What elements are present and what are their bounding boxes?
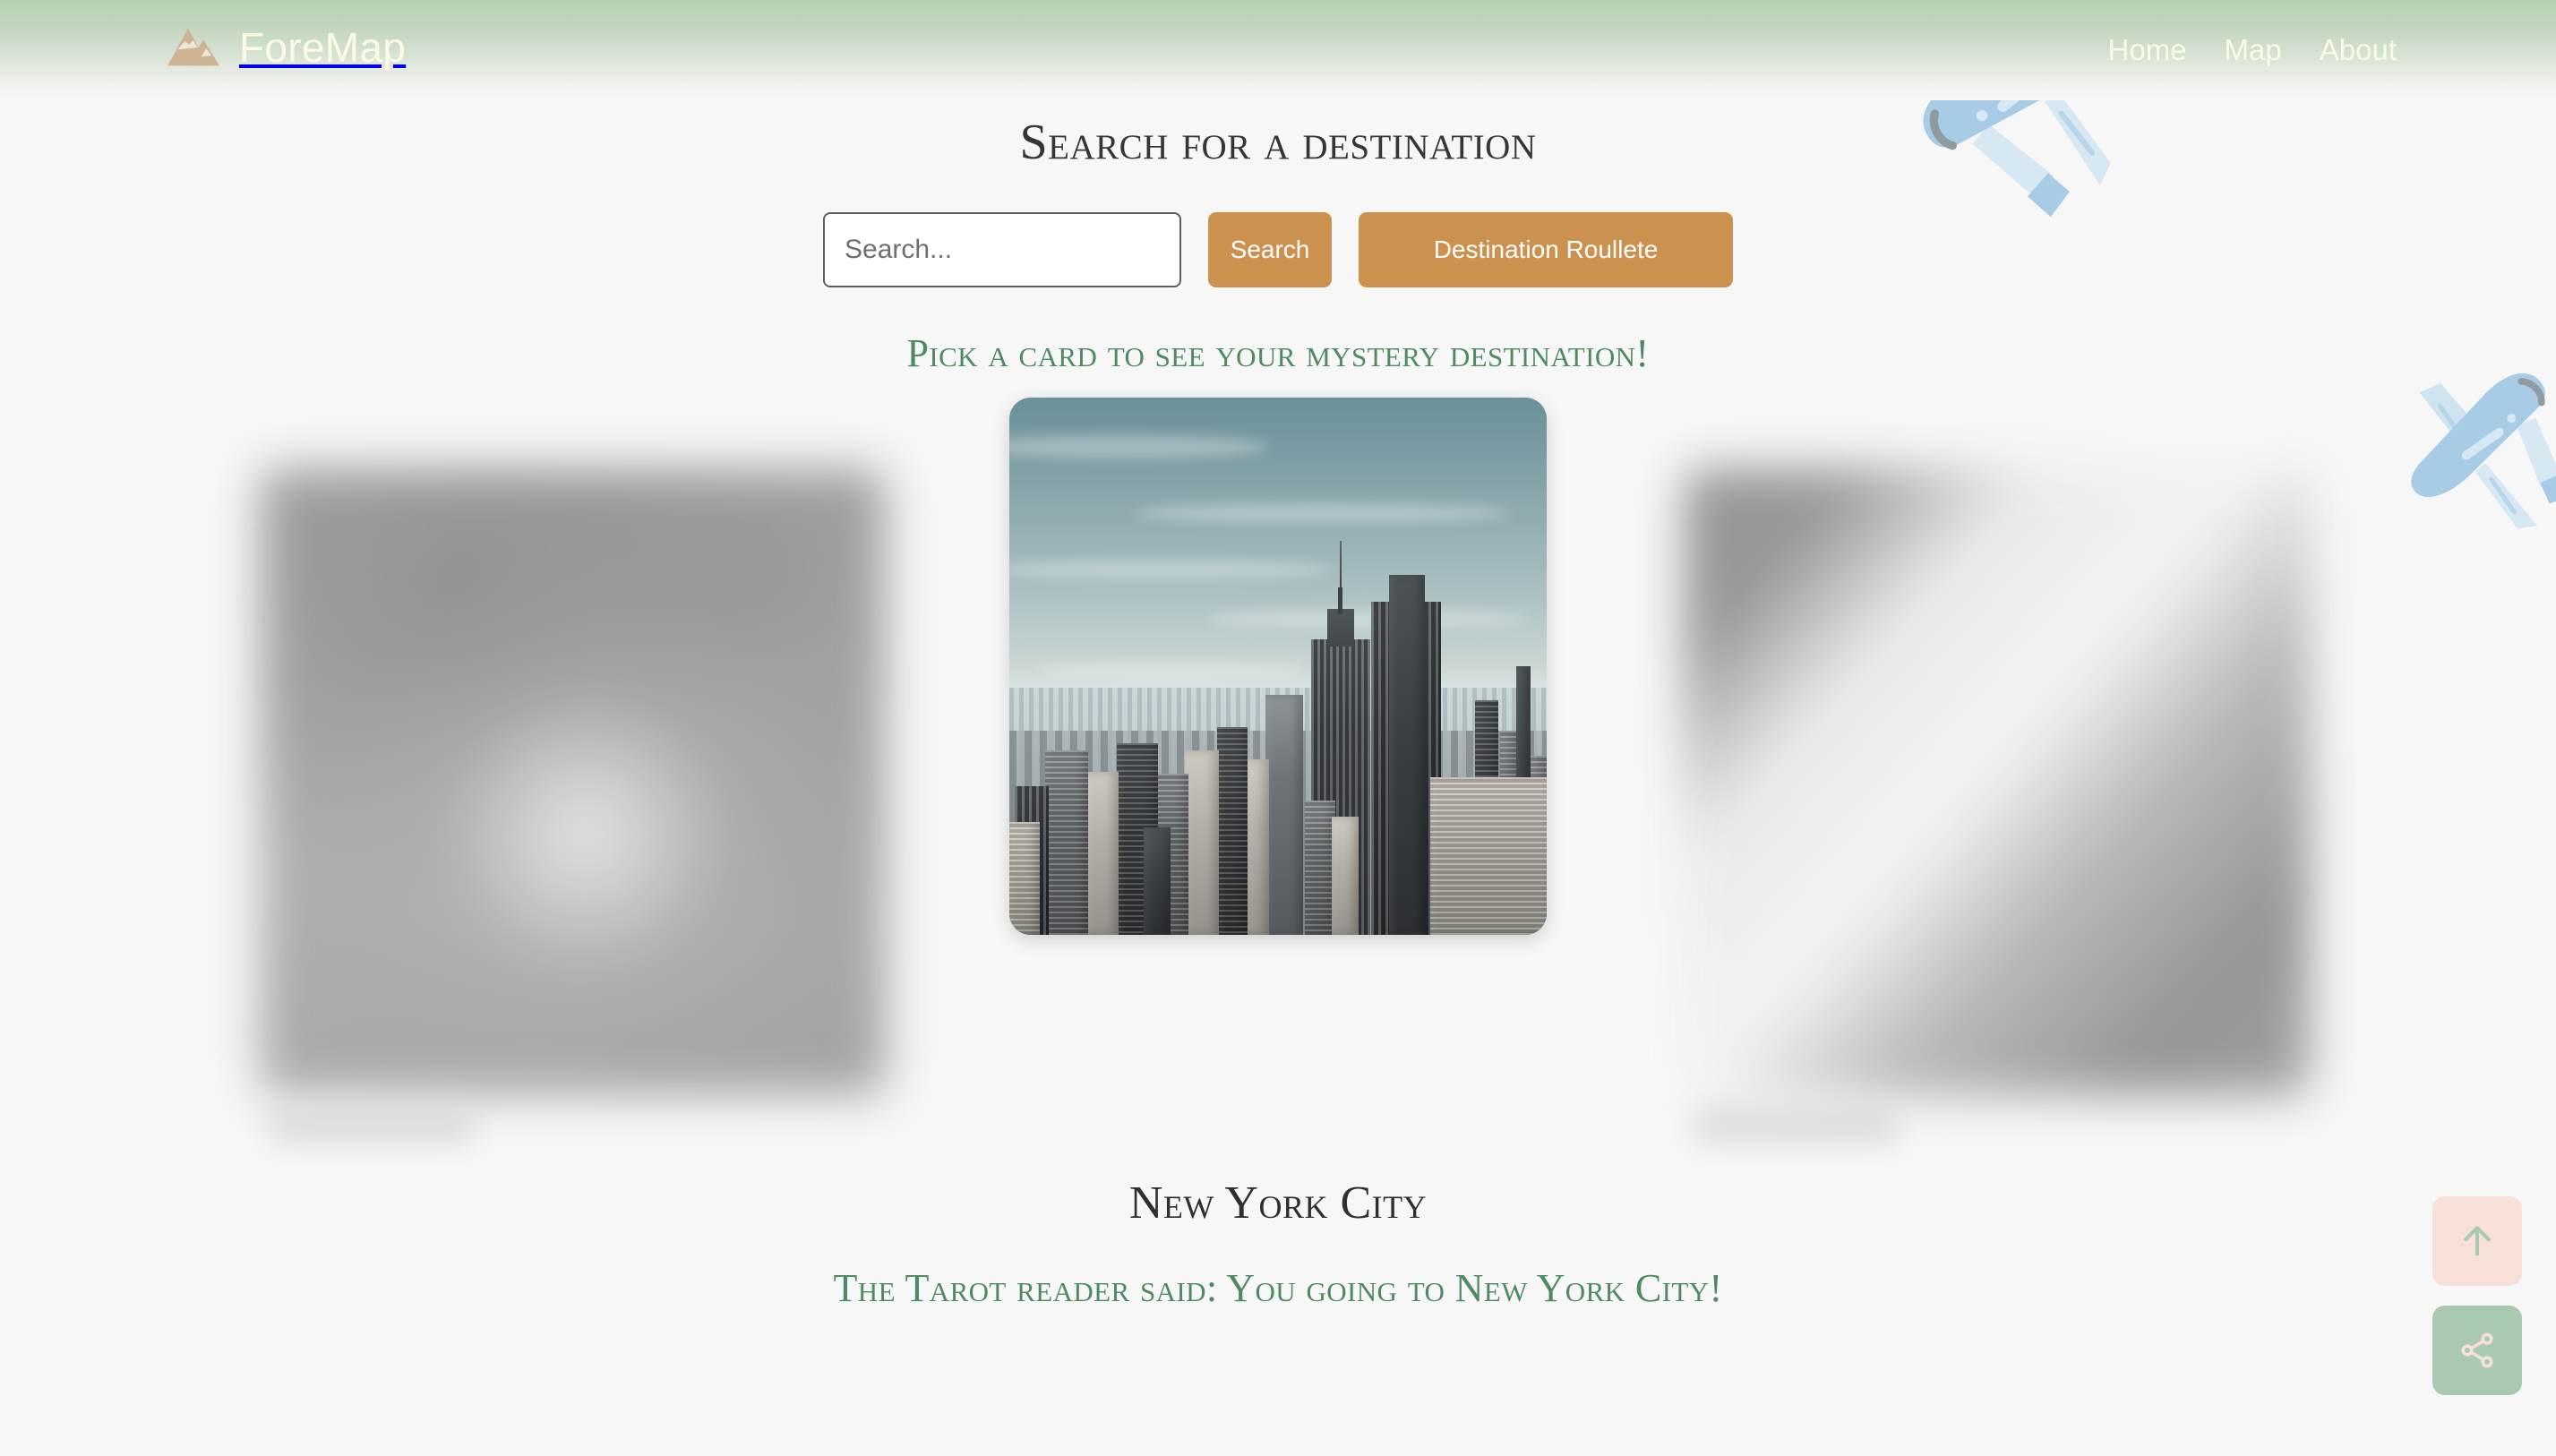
roulette-heading: Pick a card to see your mystery destinat…	[906, 331, 1650, 375]
search-button[interactable]: Search	[1208, 212, 1332, 287]
scroll-to-top-button[interactable]	[2432, 1196, 2522, 1286]
mystery-card-center[interactable]	[1009, 398, 1547, 935]
main-content: Search for a destination Search Destinat…	[0, 114, 2556, 1311]
arrow-up-icon	[2464, 1226, 2491, 1256]
destination-name: New York City	[1128, 1178, 1428, 1229]
mystery-card-right-label	[1693, 1105, 1899, 1144]
share-button[interactable]	[2432, 1306, 2522, 1395]
brand-name: ForeMap	[239, 24, 407, 71]
nav-item-map[interactable]: Map	[2225, 33, 2282, 67]
search-input[interactable]	[823, 212, 1181, 287]
new-york-city-photo	[1009, 398, 1547, 935]
search-bar: Search Destination Roullete	[0, 212, 2556, 287]
site-header: ForeMap Home Map About	[0, 0, 2556, 100]
page-title: Search for a destination	[1019, 115, 1537, 170]
main-navigation: Home Map About	[2108, 33, 2397, 67]
mystery-card-left-label	[269, 1105, 475, 1144]
mountain-icon	[167, 28, 220, 66]
mystery-card-right[interactable]	[1684, 468, 2311, 1095]
mystery-card-deck	[0, 398, 2556, 1168]
floating-action-buttons	[2432, 1196, 2522, 1395]
tarot-message: The Tarot reader said: You going to New …	[833, 1266, 1723, 1310]
mystery-card-left[interactable]	[260, 468, 887, 1095]
mystery-card-right-cover	[1684, 468, 2311, 1095]
brand-logo-link[interactable]: ForeMap	[166, 26, 406, 69]
nav-item-home[interactable]: Home	[2108, 33, 2187, 67]
share-icon	[2461, 1332, 2493, 1368]
destination-roulette-button[interactable]: Destination Roullete	[1359, 212, 1733, 287]
nav-item-about[interactable]: About	[2320, 33, 2397, 67]
mystery-card-left-cover	[260, 468, 887, 1095]
